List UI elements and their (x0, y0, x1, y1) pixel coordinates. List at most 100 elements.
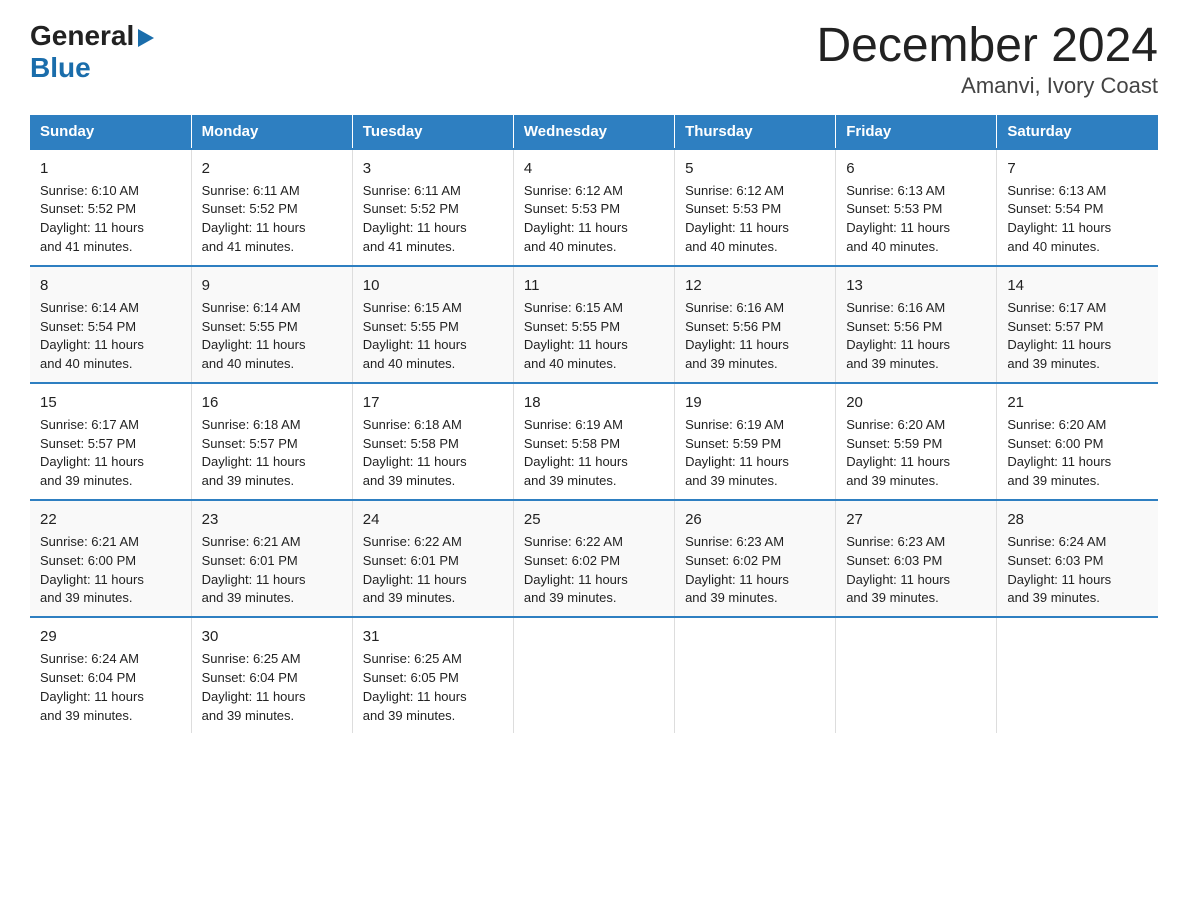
calendar-day-cell: 16 Sunrise: 6:18 AMSunset: 5:57 PMDayligh… (191, 383, 352, 500)
weekday-header-saturday: Saturday (997, 115, 1158, 149)
day-number: 7 (1007, 158, 1148, 180)
day-number: 2 (202, 158, 342, 180)
calendar-day-cell: 3 Sunrise: 6:11 AMSunset: 5:52 PMDaylight… (352, 149, 513, 266)
weekday-header-wednesday: Wednesday (513, 115, 674, 149)
day-number: 17 (363, 392, 503, 414)
calendar-day-cell: 24 Sunrise: 6:22 AMSunset: 6:01 PMDayligh… (352, 500, 513, 617)
calendar-week-row: 15 Sunrise: 6:17 AMSunset: 5:57 PMDayligh… (30, 383, 1158, 500)
day-number: 18 (524, 392, 664, 414)
calendar-day-cell: 25Sunrise: 6:22 AMSunset: 6:02 PMDayligh… (513, 500, 674, 617)
calendar-day-cell: 19 Sunrise: 6:19 AMSunset: 5:59 PMDayligh… (675, 383, 836, 500)
day-number: 20 (846, 392, 986, 414)
day-info: Sunrise: 6:24 AMSunset: 6:03 PMDaylight:… (1007, 534, 1111, 606)
day-number: 10 (363, 275, 503, 297)
day-number: 31 (363, 626, 503, 648)
day-info: Sunrise: 6:23 AMSunset: 6:03 PMDaylight:… (846, 534, 950, 606)
day-info: Sunrise: 6:17 AMSunset: 5:57 PMDaylight:… (1007, 300, 1111, 372)
weekday-header-thursday: Thursday (675, 115, 836, 149)
calendar-day-cell: 10Sunrise: 6:15 AMSunset: 5:55 PMDayligh… (352, 266, 513, 383)
day-number: 5 (685, 158, 825, 180)
day-info: Sunrise: 6:16 AMSunset: 5:56 PMDaylight:… (685, 300, 789, 372)
weekday-header-sunday: Sunday (30, 115, 191, 149)
day-info: Sunrise: 6:21 AMSunset: 6:00 PMDaylight:… (40, 534, 144, 606)
calendar-day-cell: 7Sunrise: 6:13 AMSunset: 5:54 PMDaylight… (997, 149, 1158, 266)
day-number: 23 (202, 509, 342, 531)
day-info: Sunrise: 6:15 AMSunset: 5:55 PMDaylight:… (524, 300, 628, 372)
day-info: Sunrise: 6:23 AMSunset: 6:02 PMDaylight:… (685, 534, 789, 606)
weekday-header-row: SundayMondayTuesdayWednesdayThursdayFrid… (30, 115, 1158, 149)
day-number: 21 (1007, 392, 1148, 414)
day-number: 29 (40, 626, 181, 648)
day-info: Sunrise: 6:14 AMSunset: 5:54 PMDaylight:… (40, 300, 144, 372)
calendar-day-cell: 18 Sunrise: 6:19 AMSunset: 5:58 PMDayligh… (513, 383, 674, 500)
calendar-table: SundayMondayTuesdayWednesdayThursdayFrid… (30, 115, 1158, 734)
day-number: 26 (685, 509, 825, 531)
calendar-day-cell: 20 Sunrise: 6:20 AMSunset: 5:59 PMDayligh… (836, 383, 997, 500)
calendar-day-cell: 21 Sunrise: 6:20 AMSunset: 6:00 PMDayligh… (997, 383, 1158, 500)
calendar-day-cell: 9 Sunrise: 6:14 AMSunset: 5:55 PMDaylight… (191, 266, 352, 383)
calendar-week-row: 29 Sunrise: 6:24 AMSunset: 6:04 PMDayligh… (30, 617, 1158, 733)
day-info: Sunrise: 6:21 AMSunset: 6:01 PMDaylight:… (202, 534, 306, 606)
day-info: Sunrise: 6:14 AMSunset: 5:55 PMDaylight:… (202, 300, 306, 372)
calendar-day-cell (997, 617, 1158, 733)
day-info: Sunrise: 6:11 AMSunset: 5:52 PMDaylight:… (202, 183, 306, 255)
calendar-subtitle: Amanvi, Ivory Coast (816, 73, 1158, 99)
day-number: 16 (202, 392, 342, 414)
day-info: Sunrise: 6:17 AMSunset: 5:57 PMDaylight:… (40, 417, 144, 489)
day-number: 22 (40, 509, 181, 531)
day-info: Sunrise: 6:20 AMSunset: 6:00 PMDaylight:… (1007, 417, 1111, 489)
day-info: Sunrise: 6:12 AMSunset: 5:53 PMDaylight:… (685, 183, 789, 255)
day-number: 19 (685, 392, 825, 414)
day-info: Sunrise: 6:18 AMSunset: 5:57 PMDaylight:… (202, 417, 306, 489)
calendar-day-cell: 29 Sunrise: 6:24 AMSunset: 6:04 PMDayligh… (30, 617, 191, 733)
day-info: Sunrise: 6:18 AMSunset: 5:58 PMDaylight:… (363, 417, 467, 489)
day-info: Sunrise: 6:12 AMSunset: 5:53 PMDaylight:… (524, 183, 628, 255)
day-info: Sunrise: 6:25 AMSunset: 6:04 PMDaylight:… (202, 651, 306, 723)
calendar-title: December 2024 (816, 20, 1158, 73)
day-info: Sunrise: 6:11 AMSunset: 5:52 PMDaylight:… (363, 183, 467, 255)
day-number: 25 (524, 509, 664, 531)
calendar-day-cell: 28Sunrise: 6:24 AMSunset: 6:03 PMDayligh… (997, 500, 1158, 617)
calendar-day-cell: 17 Sunrise: 6:18 AMSunset: 5:58 PMDayligh… (352, 383, 513, 500)
calendar-day-cell: 6Sunrise: 6:13 AMSunset: 5:53 PMDaylight… (836, 149, 997, 266)
day-info: Sunrise: 6:19 AMSunset: 5:59 PMDaylight:… (685, 417, 789, 489)
weekday-header-monday: Monday (191, 115, 352, 149)
calendar-day-cell: 12 Sunrise: 6:16 AMSunset: 5:56 PMDayligh… (675, 266, 836, 383)
calendar-day-cell: 5 Sunrise: 6:12 AMSunset: 5:53 PMDaylight… (675, 149, 836, 266)
day-info: Sunrise: 6:22 AMSunset: 6:01 PMDaylight:… (363, 534, 467, 606)
day-number: 12 (685, 275, 825, 297)
day-number: 3 (363, 158, 503, 180)
logo-blue-text: Blue (30, 52, 154, 84)
day-number: 1 (40, 158, 181, 180)
day-number: 15 (40, 392, 181, 414)
calendar-day-cell: 22 Sunrise: 6:21 AMSunset: 6:00 PMDayligh… (30, 500, 191, 617)
calendar-day-cell: 13Sunrise: 6:16 AMSunset: 5:56 PMDayligh… (836, 266, 997, 383)
calendar-day-cell: 2 Sunrise: 6:11 AMSunset: 5:52 PMDaylight… (191, 149, 352, 266)
calendar-day-cell: 23 Sunrise: 6:21 AMSunset: 6:01 PMDayligh… (191, 500, 352, 617)
day-number: 6 (846, 158, 986, 180)
day-number: 9 (202, 275, 342, 297)
day-number: 30 (202, 626, 342, 648)
day-number: 4 (524, 158, 664, 180)
calendar-day-cell (836, 617, 997, 733)
calendar-week-row: 8 Sunrise: 6:14 AMSunset: 5:54 PMDaylight… (30, 266, 1158, 383)
calendar-week-row: 22 Sunrise: 6:21 AMSunset: 6:00 PMDayligh… (30, 500, 1158, 617)
title-area: December 2024 Amanvi, Ivory Coast (816, 20, 1158, 99)
day-number: 8 (40, 275, 181, 297)
calendar-day-cell: 4 Sunrise: 6:12 AMSunset: 5:53 PMDaylight… (513, 149, 674, 266)
weekday-header-tuesday: Tuesday (352, 115, 513, 149)
day-number: 14 (1007, 275, 1148, 297)
logo: General Blue (30, 20, 154, 84)
day-info: Sunrise: 6:20 AMSunset: 5:59 PMDaylight:… (846, 417, 950, 489)
day-info: Sunrise: 6:19 AMSunset: 5:58 PMDaylight:… (524, 417, 628, 489)
calendar-day-cell: 27 Sunrise: 6:23 AMSunset: 6:03 PMDayligh… (836, 500, 997, 617)
calendar-day-cell: 14 Sunrise: 6:17 AMSunset: 5:57 PMDayligh… (997, 266, 1158, 383)
day-info: Sunrise: 6:24 AMSunset: 6:04 PMDaylight:… (40, 651, 144, 723)
day-info: Sunrise: 6:16 AMSunset: 5:56 PMDaylight:… (846, 300, 950, 372)
day-info: Sunrise: 6:25 AMSunset: 6:05 PMDaylight:… (363, 651, 467, 723)
calendar-day-cell: 15 Sunrise: 6:17 AMSunset: 5:57 PMDayligh… (30, 383, 191, 500)
day-number: 27 (846, 509, 986, 531)
day-number: 24 (363, 509, 503, 531)
header: General Blue December 2024 Amanvi, Ivory… (30, 20, 1158, 99)
calendar-day-cell (675, 617, 836, 733)
